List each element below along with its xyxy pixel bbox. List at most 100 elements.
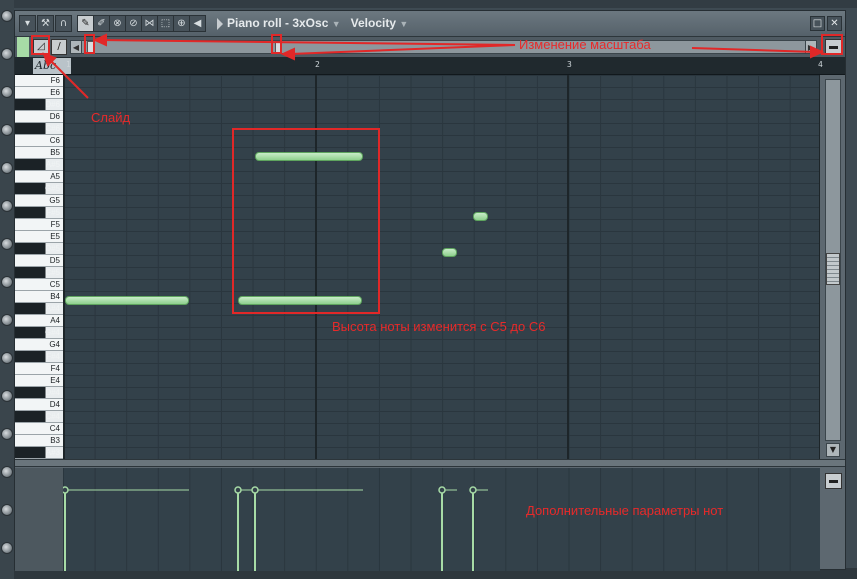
annotation-scale: Изменение масштаба — [519, 37, 651, 52]
mute-icon[interactable]: ⊘ — [125, 15, 142, 32]
note-e5[interactable] — [442, 248, 457, 257]
piano-key[interactable]: A#3 — [15, 447, 63, 459]
pitch-change-highlight — [232, 128, 380, 314]
piano-key[interactable]: A#4 — [15, 303, 63, 315]
pane-splitter[interactable] — [15, 459, 845, 467]
binder-ring — [1, 238, 13, 250]
vertical-scroll-thumb[interactable] — [826, 253, 840, 285]
piano-key[interactable]: E4 — [15, 375, 63, 387]
binder-ring — [1, 466, 13, 478]
scroll-start-highlight — [84, 34, 95, 54]
velocity-lanes — [61, 486, 488, 571]
time-ruler[interactable]: Abc 1 2 3 4 — [15, 57, 845, 75]
magnet-icon[interactable]: ∩ — [55, 15, 72, 32]
piano-key[interactable]: E5 — [15, 231, 63, 243]
piano-key[interactable]: A#5 — [15, 159, 63, 171]
piano-key[interactable]: B4 — [15, 291, 63, 303]
bar-number: 2 — [315, 60, 320, 69]
piano-key[interactable]: F#4 — [15, 351, 63, 363]
bar-number: 4 — [818, 60, 823, 69]
piano-key[interactable]: G#5 — [15, 183, 63, 195]
binder-ring — [1, 124, 13, 136]
note-c5[interactable] — [65, 296, 189, 305]
event-zoom-button[interactable] — [825, 473, 842, 489]
piano-key[interactable]: C6 — [15, 135, 63, 147]
bar-number: 1 — [66, 60, 71, 69]
vertical-scrollbar[interactable]: ▼ — [822, 75, 844, 459]
wrench-icon[interactable]: ⚒ — [37, 15, 54, 32]
bar-line — [567, 75, 569, 459]
binder-ring — [1, 10, 13, 22]
title-label: Piano roll - 3xOsc — [227, 16, 329, 30]
piano-key[interactable]: C5 — [15, 279, 63, 291]
zoom-icon[interactable]: ⊕ — [173, 15, 190, 32]
title-dropdown-icon[interactable]: ▼ — [332, 19, 341, 29]
pen-small-icon[interactable]: / — [51, 39, 67, 55]
scroll-down-button[interactable]: ▼ — [826, 443, 840, 457]
piano-key[interactable]: C#4 — [15, 411, 63, 423]
piano-key[interactable]: A5 — [15, 171, 63, 183]
title-arrow-icon[interactable] — [217, 18, 223, 30]
scroll-left-button[interactable]: ◀ — [70, 40, 82, 54]
maximize-button[interactable]: □ — [810, 16, 825, 31]
binder-ring — [1, 162, 13, 174]
piano-key[interactable]: C#6 — [15, 123, 63, 135]
play-icon[interactable]: ◀ — [189, 15, 206, 32]
piano-key[interactable]: D#5 — [15, 243, 63, 255]
slide-tool-highlight — [31, 35, 50, 55]
binder-ring — [1, 276, 13, 288]
piano-key[interactable]: F#5 — [15, 207, 63, 219]
binder-ring — [1, 542, 13, 554]
piano-key[interactable]: D4 — [15, 399, 63, 411]
param-label[interactable]: Velocity — [351, 16, 396, 30]
annotation-params: Дополнительные параметры нот — [526, 503, 724, 518]
piano-key[interactable]: D5 — [15, 255, 63, 267]
piano-key[interactable]: D6 — [15, 111, 63, 123]
scroll-right-button[interactable]: ▶ — [805, 40, 817, 54]
menu-icon[interactable]: ▾ — [19, 15, 36, 32]
piano-key[interactable]: C4 — [15, 423, 63, 435]
bar-line — [63, 75, 65, 459]
piano-key[interactable]: G5 — [15, 195, 63, 207]
binder-ring — [1, 352, 13, 364]
piano-key[interactable]: G4 — [15, 339, 63, 351]
piano-key[interactable]: F6 — [15, 75, 63, 87]
piano-key[interactable]: A4 — [15, 315, 63, 327]
pencil-icon[interactable]: ✎ — [77, 15, 94, 32]
note-grid[interactable] — [63, 75, 820, 459]
piano-key[interactable]: D#4 — [15, 387, 63, 399]
binder-ring — [1, 86, 13, 98]
binder-ring — [1, 428, 13, 440]
paint-icon[interactable]: ✐ — [93, 15, 110, 32]
delete-icon[interactable]: ⊗ — [109, 15, 126, 32]
piano-key[interactable]: B5 — [15, 147, 63, 159]
zoom-highlight — [821, 34, 843, 55]
select-icon[interactable]: ⬚ — [157, 15, 174, 32]
piano-key[interactable]: E6 — [15, 87, 63, 99]
piano-key[interactable]: D#6 — [15, 99, 63, 111]
bar-line — [819, 75, 820, 459]
piano-key[interactable]: F5 — [15, 219, 63, 231]
horizontal-scrollbar[interactable] — [70, 40, 817, 54]
background-strip-top — [0, 0, 857, 8]
param-dropdown-icon[interactable]: ▼ — [399, 19, 408, 29]
annotation-slide: Слайд — [91, 110, 131, 125]
slice-icon[interactable]: ⋈ — [141, 15, 158, 32]
binder-ring — [1, 314, 13, 326]
window-title[interactable]: Piano roll - 3xOsc ▼ Velocity ▼ — [227, 16, 408, 30]
piano-roll-window: ▾ ⚒ ∩ ✎ ✐ ⊗ ⊘ ⋈ ⬚ ⊕ ◀ Piano roll - 3xOsc… — [14, 10, 846, 571]
event-editor[interactable] — [61, 468, 820, 571]
piano-key[interactable]: F4 — [15, 363, 63, 375]
close-button[interactable]: ✕ — [827, 16, 842, 31]
title-bar[interactable]: ▾ ⚒ ∩ ✎ ✐ ⊗ ⊘ ⋈ ⬚ ⊕ ◀ Piano roll - 3xOsc… — [15, 11, 845, 37]
piano-key[interactable]: G#4 — [15, 327, 63, 339]
bar-number: 3 — [567, 60, 572, 69]
binder-ring — [1, 390, 13, 402]
binder-ring — [1, 504, 13, 516]
piano-keyboard[interactable]: F6 E6 D#6 D6 C#6 C6 B5 A#5 A5 G#5 G5 F#5 F5 E5 D#5 D5 C#… — [15, 75, 63, 459]
scroll-toolbar: ◿ / ◀ ▶ — [15, 37, 845, 77]
event-pane-left — [15, 468, 63, 571]
piano-key[interactable]: C#5 — [15, 267, 63, 279]
note-g5[interactable] — [473, 212, 488, 221]
piano-key[interactable]: B3 — [15, 435, 63, 447]
